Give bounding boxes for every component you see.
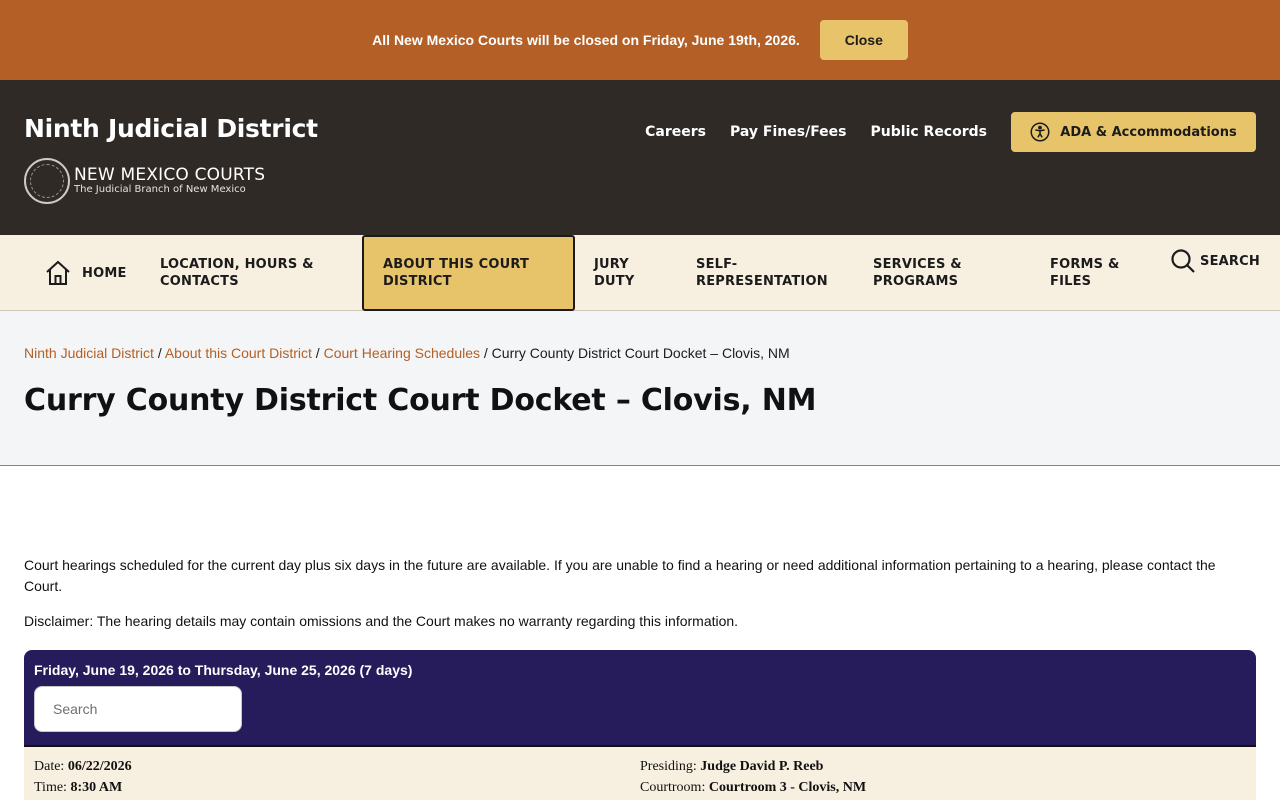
home-icon <box>46 260 70 285</box>
breadcrumb: Ninth Judicial District / About this Cou… <box>24 345 790 361</box>
date-label: Date: <box>34 759 65 774</box>
docket-panel: Friday, June 19, 2026 to Thursday, June … <box>24 650 1256 800</box>
breadcrumb-separator: / <box>311 345 324 361</box>
disclaimer-text: Disclaimer: The hearing details may cont… <box>24 613 739 629</box>
site-title[interactable]: Ninth Judicial District <box>24 114 318 143</box>
breadcrumb-schedules-link[interactable]: Court Hearing Schedules <box>324 345 480 361</box>
date-range: Friday, June 19, 2026 to Thursday, June … <box>34 662 413 678</box>
nav-about[interactable]: ABOUT THIS COURT DISTRICT <box>362 235 575 311</box>
search-icon <box>1171 249 1195 273</box>
time-label: Time: <box>34 780 67 795</box>
nav-forms-label: FORMS & FILES <box>1050 257 1120 289</box>
ada-accommodations-button[interactable]: ADA & Accommodations <box>1011 112 1256 152</box>
breadcrumb-home-link[interactable]: Ninth Judicial District <box>24 345 154 361</box>
nav-services-label: SERVICES & PROGRAMS <box>873 257 962 289</box>
entry-courtroom: Courtroom: Courtroom 3 - Clovis, NM <box>640 780 866 796</box>
nav-search-label: SEARCH <box>1200 253 1260 269</box>
site-header: Ninth Judicial District NEW MEXICO COURT… <box>0 80 1280 235</box>
accessibility-icon <box>1030 122 1050 142</box>
intro-text: Court hearings scheduled for the current… <box>24 557 1216 594</box>
pay-fines-link[interactable]: Pay Fines/Fees <box>730 124 847 140</box>
presiding-label: Presiding: <box>640 759 697 774</box>
page-hero: Ninth Judicial District / About this Cou… <box>0 311 1280 466</box>
nav-self-rep-label: SELF-REPRESENTATION <box>696 257 828 289</box>
breadcrumb-about-link[interactable]: About this Court District <box>165 345 312 361</box>
entry-time: Time: 8:30 AM <box>34 780 122 796</box>
nav-search[interactable]: SEARCH <box>1170 223 1270 299</box>
logo-main-text: NEW MEXICO COURTS <box>74 165 266 185</box>
docket-search-input[interactable] <box>34 686 242 732</box>
ada-label: ADA & Accommodations <box>1060 124 1237 140</box>
nav-forms[interactable]: FORMS & FILES <box>1050 235 1150 311</box>
alert-close-button[interactable]: Close <box>819 20 908 60</box>
alert-message: All New Mexico Courts will be closed on … <box>372 32 800 48</box>
docket-entry: Date: 06/22/2026 Time: 8:30 AM Presiding… <box>24 745 1256 800</box>
time-value: 8:30 AM <box>70 780 123 795</box>
courtroom-value: Courtroom 3 - Clovis, NM <box>708 780 867 795</box>
nav-services[interactable]: SERVICES & PROGRAMS <box>873 235 993 311</box>
logo-sub-text: The Judicial Branch of New Mexico <box>74 184 246 195</box>
courtroom-label: Courtroom: <box>640 780 706 795</box>
nav-home-label: HOME <box>82 265 127 281</box>
entry-date: Date: 06/22/2026 <box>34 759 132 775</box>
nav-location-label: LOCATION, HOURS & CONTACTS <box>160 257 314 289</box>
nav-home[interactable]: HOME <box>44 235 144 311</box>
nav-about-label: ABOUT THIS COURT DISTRICT <box>383 257 530 289</box>
breadcrumb-current: Curry County District Court Docket – Clo… <box>491 345 790 361</box>
entry-presiding: Presiding: Judge David P. Reeb <box>640 759 823 775</box>
court-seal-icon <box>24 158 70 204</box>
alert-banner: All New Mexico Courts will be closed on … <box>0 0 1280 80</box>
nav-location[interactable]: LOCATION, HOURS & CONTACTS <box>160 235 335 311</box>
breadcrumb-separator: / <box>153 345 165 361</box>
breadcrumb-separator: / <box>480 345 492 361</box>
nm-courts-logo[interactable]: NEW MEXICO COURTS The Judicial Branch of… <box>24 158 265 204</box>
date-value: 06/22/2026 <box>67 759 132 774</box>
nav-jury-label: JURY DUTY <box>594 257 635 289</box>
page-title: Curry County District Court Docket – Clo… <box>24 383 817 418</box>
careers-link[interactable]: Careers <box>645 124 706 140</box>
nav-jury[interactable]: JURY DUTY <box>594 235 664 311</box>
presiding-value: Judge David P. Reeb <box>700 759 824 774</box>
utility-links: Careers Pay Fines/Fees Public Records <box>645 124 987 140</box>
nav-self-representation[interactable]: SELF-REPRESENTATION <box>696 235 846 311</box>
public-records-link[interactable]: Public Records <box>871 124 987 140</box>
main-nav: HOME LOCATION, HOURS & CONTACTS ABOUT TH… <box>0 235 1280 311</box>
docket-header: Friday, June 19, 2026 to Thursday, June … <box>24 650 1256 745</box>
